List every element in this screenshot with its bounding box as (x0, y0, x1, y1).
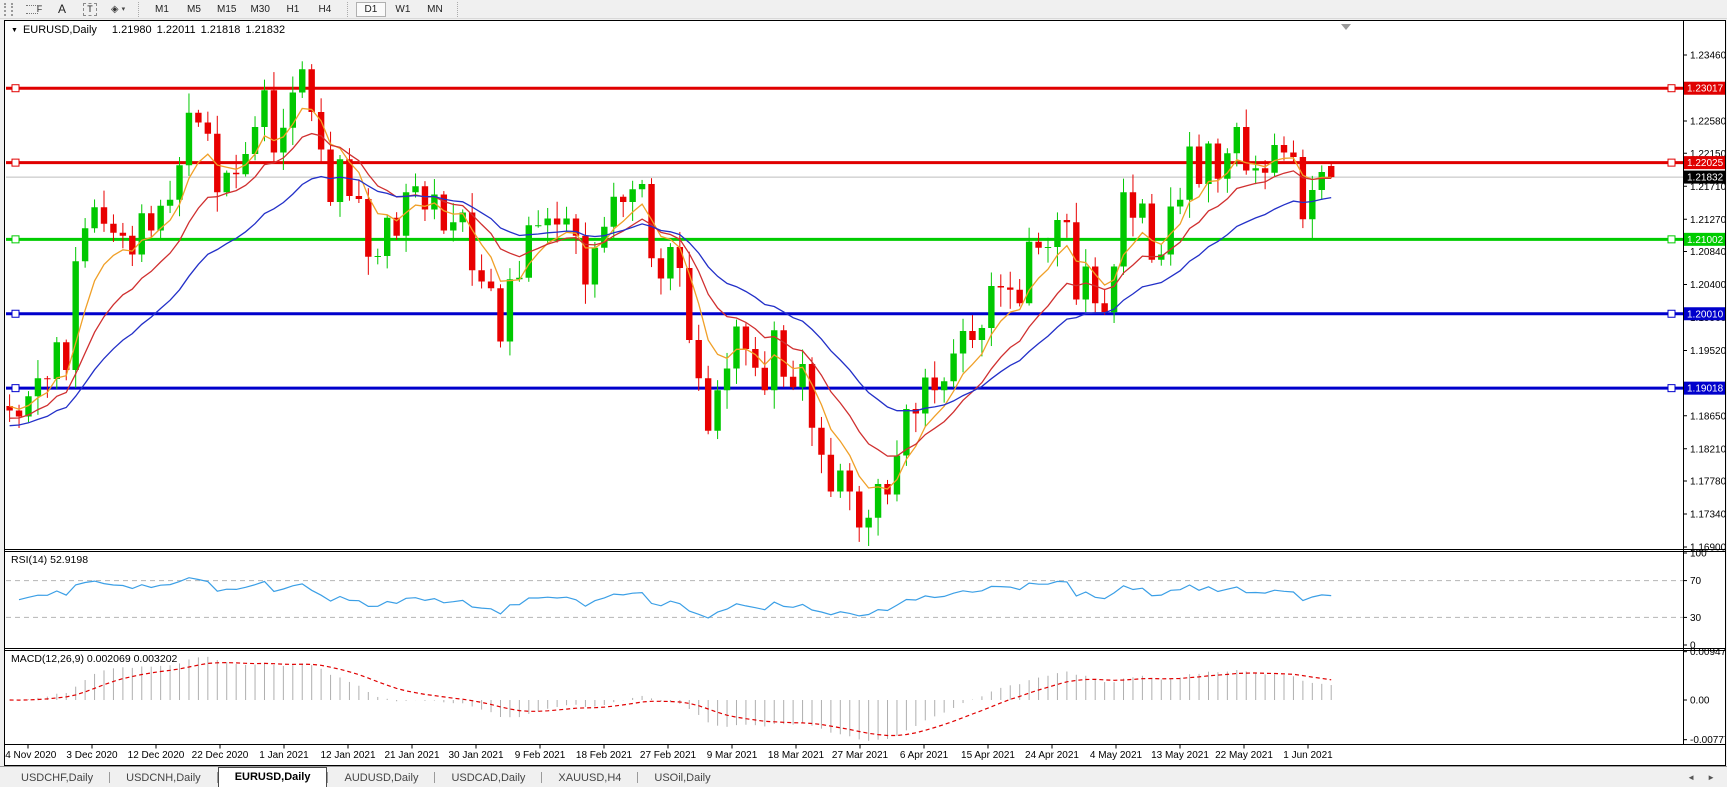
svg-text:1.20400: 1.20400 (1690, 280, 1725, 291)
svg-text:12 Jan 2021: 12 Jan 2021 (320, 750, 375, 761)
svg-text:13 May 2021: 13 May 2021 (1151, 750, 1209, 761)
timeframe-m15-button[interactable]: M15 (211, 2, 242, 17)
toolbar-separator (138, 2, 140, 17)
svg-text:21 Jan 2021: 21 Jan 2021 (384, 750, 439, 761)
svg-text:100: 100 (1690, 549, 1707, 560)
svg-text:1.18650: 1.18650 (1690, 411, 1725, 422)
svg-text:1.17340: 1.17340 (1690, 510, 1725, 521)
svg-text:1.19520: 1.19520 (1690, 346, 1725, 357)
svg-text:1.22580: 1.22580 (1690, 117, 1725, 128)
price-chart-canvas[interactable]: 1.234601.225801.221501.217101.212701.208… (5, 21, 1725, 765)
toolbar-separator (347, 2, 349, 17)
timeframe-m1-button[interactable]: M1 (147, 2, 177, 17)
tab-usdcad[interactable]: USDCAD,Daily (435, 770, 541, 787)
svg-text:1.20010: 1.20010 (1687, 309, 1724, 320)
symbol-tabs: USDCHF,DailyUSDCNH,DailyEURUSD,DailyAUDU… (5, 767, 727, 787)
svg-text:1.18210: 1.18210 (1690, 444, 1725, 455)
toolbar-grip[interactable] (4, 3, 13, 16)
top-toolbar: FAT ◈▾ M1M5M15M30H1H4 D1W1MN (0, 0, 1727, 19)
svg-text:1.19018: 1.19018 (1687, 384, 1724, 395)
svg-text:24 Apr 2021: 24 Apr 2021 (1025, 750, 1079, 761)
timeframe-d1-button[interactable]: D1 (356, 2, 386, 17)
svg-text:1.23460: 1.23460 (1690, 51, 1725, 62)
tab-xauusd[interactable]: XAUUSD,H4 (542, 770, 637, 787)
svg-text:0.009478: 0.009478 (1690, 647, 1725, 658)
timeframe-w1-button[interactable]: W1 (388, 2, 418, 17)
chart-window: 1.234601.225801.221501.217101.212701.208… (4, 20, 1726, 766)
timeframe-buttons: M1M5M15M30H1H4 D1W1MN (146, 2, 465, 17)
svg-text:3 Dec 2020: 3 Dec 2020 (66, 750, 118, 761)
svg-text:27 Feb 2021: 27 Feb 2021 (640, 750, 697, 761)
drawing-tools: FAT ◈▾ (20, 1, 132, 17)
tab-usdcnh[interactable]: USDCNH,Daily (110, 770, 217, 787)
fibonacci-tool-button[interactable]: F (23, 1, 45, 17)
svg-text:12 Dec 2020: 12 Dec 2020 (128, 750, 185, 761)
svg-text:1.20840: 1.20840 (1690, 247, 1725, 258)
svg-text:30: 30 (1690, 613, 1702, 624)
svg-text:22 Dec 2020: 22 Dec 2020 (192, 750, 249, 761)
tab-scroll-right-icon[interactable]: ► (1707, 773, 1715, 782)
svg-text:1 Jun 2021: 1 Jun 2021 (1283, 750, 1333, 761)
svg-text:18 Feb 2021: 18 Feb 2021 (576, 750, 633, 761)
svg-text:22 May 2021: 22 May 2021 (1215, 750, 1273, 761)
svg-text:27 Mar 2021: 27 Mar 2021 (832, 750, 889, 761)
svg-text:30 Jan 2021: 30 Jan 2021 (448, 750, 503, 761)
svg-text:1.21002: 1.21002 (1687, 235, 1724, 246)
timeframe-m30-button[interactable]: M30 (244, 2, 275, 17)
svg-text:1 Jan 2021: 1 Jan 2021 (259, 750, 309, 761)
svg-text:1.17780: 1.17780 (1690, 477, 1725, 488)
svg-text:15 Apr 2021: 15 Apr 2021 (961, 750, 1015, 761)
tab-scroll-left-icon[interactable]: ◄ (1687, 773, 1695, 782)
timeframe-m5-button[interactable]: M5 (179, 2, 209, 17)
svg-text:9 Feb 2021: 9 Feb 2021 (515, 750, 566, 761)
svg-text:6 Apr 2021: 6 Apr 2021 (900, 750, 949, 761)
svg-text:1.21270: 1.21270 (1690, 215, 1725, 226)
svg-text:9 Mar 2021: 9 Mar 2021 (707, 750, 758, 761)
svg-text:0.00: 0.00 (1690, 696, 1710, 707)
svg-text:1.22025: 1.22025 (1687, 158, 1724, 169)
svg-text:24 Nov 2020: 24 Nov 2020 (5, 750, 57, 761)
svg-text:4 May 2021: 4 May 2021 (1090, 750, 1143, 761)
toolbar-separator (457, 2, 459, 17)
tab-eurusd[interactable]: EURUSD,Daily (218, 767, 328, 787)
arrow-tools-button[interactable]: ◈▾ (107, 1, 129, 17)
dropdown-caret-icon[interactable]: ▾ (122, 5, 126, 13)
timeframe-h4-button[interactable]: H4 (310, 2, 340, 17)
tab-scroll-arrows: ◄ ► (1687, 773, 1715, 782)
tab-audusd[interactable]: AUDUSD,Daily (328, 770, 434, 787)
svg-text:70: 70 (1690, 576, 1702, 587)
timeframe-h1-button[interactable]: H1 (278, 2, 308, 17)
chart-tab-bar: USDCHF,DailyUSDCNH,DailyEURUSD,DailyAUDU… (0, 766, 1727, 787)
tab-usdchf[interactable]: USDCHF,Daily (5, 770, 109, 787)
svg-text:18 Mar 2021: 18 Mar 2021 (768, 750, 825, 761)
text-tool-button[interactable]: A (51, 1, 73, 17)
svg-text:1.23017: 1.23017 (1687, 84, 1724, 95)
tab-usoil[interactable]: USOil,Daily (638, 770, 726, 787)
svg-text:-0.007778: -0.007778 (1690, 735, 1725, 746)
text-label-tool-button[interactable]: T (79, 1, 101, 17)
timeframe-mn-button[interactable]: MN (420, 2, 450, 17)
svg-text:1.21832: 1.21832 (1687, 173, 1724, 184)
